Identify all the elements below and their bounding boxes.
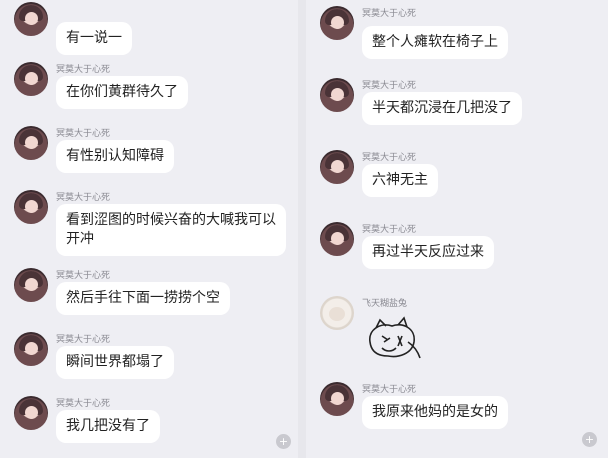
message-bubble[interactable]: 整个人瘫软在椅子上 (362, 26, 508, 59)
avatar[interactable] (320, 222, 354, 256)
left-chat-panel: 有一说一 冥莫大于心死 在你们黄群待久了 冥莫大于心死 有性别认知障碍 冥莫大于… (0, 0, 298, 458)
sender-name: 飞天糊盐兔 (362, 299, 408, 309)
avatar[interactable] (14, 396, 48, 430)
avatar[interactable] (320, 78, 354, 112)
sender-name: 冥莫大于心死 (56, 65, 111, 75)
avatar[interactable] (14, 190, 48, 224)
message-bubble[interactable]: 然后手往下面一捞捞个空 (56, 282, 230, 315)
sender-name: 冥莫大于心死 (56, 399, 111, 409)
message-bubble[interactable]: 再过半天反应过来 (362, 236, 494, 269)
message-bubble[interactable]: 看到涩图的时候兴奋的大喊我可以开冲 (56, 204, 286, 256)
avatar[interactable] (320, 150, 354, 184)
avatar[interactable] (14, 268, 48, 302)
message-bubble[interactable]: 瞬间世界都塌了 (56, 346, 174, 379)
sender-name: 冥莫大于心死 (56, 193, 111, 203)
message-bubble[interactable]: 我原来他妈的是女的 (362, 396, 508, 429)
sender-name: 冥莫大于心死 (362, 225, 417, 235)
message-bubble[interactable]: 有一说一 (56, 22, 132, 55)
zoom-in-icon[interactable]: + (582, 432, 597, 447)
avatar[interactable] (14, 126, 48, 160)
avatar[interactable] (320, 296, 354, 330)
sender-name: 冥莫大于心死 (362, 385, 417, 395)
sender-name: 冥莫大于心死 (56, 335, 111, 345)
avatar[interactable] (14, 62, 48, 96)
message-bubble[interactable]: 半天都沉浸在几把没了 (362, 92, 522, 125)
sender-name: 冥莫大于心死 (362, 9, 417, 19)
right-chat-panel: 冥莫大于心死 整个人瘫软在椅子上 冥莫大于心死 半天都沉浸在几把没了 冥莫大于心… (306, 0, 608, 458)
message-bubble[interactable]: 有性别认知障碍 (56, 140, 174, 173)
avatar[interactable] (320, 6, 354, 40)
sender-name: 冥莫大于心死 (362, 153, 417, 163)
message-bubble[interactable]: 我几把没有了 (56, 410, 160, 443)
crying-cat-sticker[interactable] (362, 312, 426, 362)
zoom-in-icon[interactable]: + (276, 434, 291, 449)
message-bubble[interactable]: 在你们黄群待久了 (56, 76, 188, 109)
sender-name: 冥莫大于心死 (56, 129, 111, 139)
sender-name: 冥莫大于心死 (362, 81, 417, 91)
avatar[interactable] (14, 2, 48, 36)
avatar[interactable] (320, 382, 354, 416)
sender-name: 冥莫大于心死 (56, 271, 111, 281)
avatar[interactable] (14, 332, 48, 366)
message-bubble[interactable]: 六神无主 (362, 164, 438, 197)
